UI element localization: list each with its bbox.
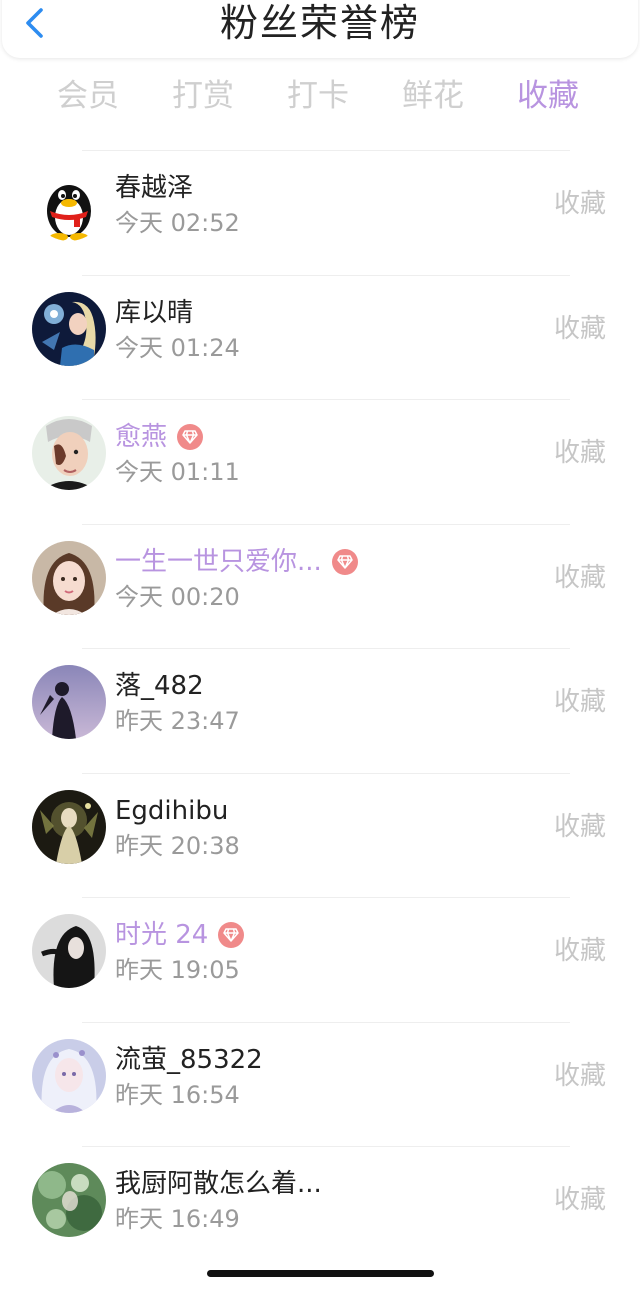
fan-row[interactable]: 库以晴 今天 01:24 收藏 — [0, 274, 640, 400]
tab-bar: 会员 打赏 打卡 鲜花 收藏 — [0, 74, 640, 120]
fan-row[interactable]: Egdihibu 昨天 20:38 收藏 — [0, 772, 640, 898]
fan-name[interactable]: 愈燕 — [115, 419, 167, 455]
avatar[interactable] — [32, 1163, 106, 1237]
fan-row[interactable]: 我厨阿散怎么着... 昨天 16:49 收藏 — [0, 1146, 640, 1271]
action-label: 收藏 — [553, 1060, 606, 1091]
vip-badge — [218, 922, 245, 948]
tab-flowers[interactable]: 鲜花 — [383, 74, 483, 118]
fan-time: 今天 00:20 — [115, 582, 240, 611]
avatar[interactable] — [32, 167, 106, 241]
action-label: 收藏 — [553, 936, 606, 966]
fan-name[interactable]: 库以晴 — [115, 295, 193, 331]
name-line: 流萤_85322 — [115, 1040, 263, 1080]
silhouette-avatar — [32, 665, 106, 739]
fan-name[interactable]: 我厨阿散怎么着... — [115, 1166, 322, 1202]
fan-time: 今天 01:11 — [115, 458, 240, 486]
diamond-icon — [337, 554, 353, 569]
fan-name[interactable]: 流萤_85322 — [115, 1042, 263, 1078]
action-label: 收藏 — [553, 313, 606, 344]
diamond-icon — [182, 430, 198, 444]
fan-time: 昨天 16:49 — [115, 1205, 240, 1233]
name-line: 库以晴 — [115, 293, 193, 333]
tab-favorites[interactable]: 收藏 — [498, 74, 598, 118]
anime-girl-avatar — [32, 1038, 106, 1113]
fan-name[interactable]: Egdihibu — [115, 793, 228, 829]
tab-checkin[interactable]: 打卡 — [268, 74, 368, 118]
woman-portrait-avatar — [32, 540, 106, 615]
fan-row[interactable]: 流萤_85322 昨天 16:54 收藏 — [0, 1021, 640, 1147]
action-label: 收藏 — [553, 811, 606, 842]
fan-time: 昨天 23:47 — [115, 707, 240, 735]
fan-time: 今天 02:52 — [115, 209, 240, 237]
fan-name[interactable]: 落_482 — [115, 668, 204, 704]
hooded-figure-avatar — [32, 914, 106, 988]
fan-time: 昨天 16:54 — [115, 1080, 240, 1109]
action-label: 收藏 — [553, 1185, 606, 1215]
avatar[interactable] — [32, 291, 106, 366]
fan-row[interactable]: 一生一世只爱你... 今天 00:20 收藏 — [0, 523, 640, 649]
name-line: 落_482 — [115, 666, 204, 706]
fan-row[interactable]: 春越泽 今天 02:52 收藏 — [0, 150, 640, 275]
action-label: 收藏 — [553, 562, 606, 593]
fantasy-art-avatar — [32, 789, 106, 864]
avatar[interactable] — [32, 1038, 106, 1113]
fan-row[interactable]: 愈燕 今天 01:11 收藏 — [0, 399, 640, 524]
name-line: 春越泽 — [115, 168, 193, 208]
fan-time: 昨天 20:38 — [115, 831, 240, 860]
fan-row[interactable]: 时光 24 昨天 19:05 收藏 — [0, 897, 640, 1022]
avatar[interactable] — [32, 914, 106, 988]
action-label: 收藏 — [553, 438, 606, 468]
green-art-avatar — [32, 1163, 106, 1237]
fan-time: 昨天 19:05 — [115, 956, 240, 984]
avatar[interactable] — [32, 416, 106, 490]
fan-time: 今天 01:24 — [115, 333, 240, 362]
avatar[interactable] — [32, 540, 106, 615]
fan-name[interactable]: 春越泽 — [115, 170, 193, 206]
vip-badge — [177, 424, 204, 450]
action-label: 收藏 — [553, 687, 606, 717]
avatar[interactable] — [32, 665, 106, 739]
fan-name[interactable]: 一生一世只爱你... — [115, 544, 322, 580]
diamond-icon — [223, 928, 240, 942]
man-portrait-avatar — [32, 416, 106, 490]
fan-row[interactable]: 落_482 昨天 23:47 收藏 — [0, 648, 640, 773]
name-line: 时光 24 — [115, 915, 245, 955]
name-line: 一生一世只爱你... — [115, 542, 358, 582]
avatar[interactable] — [32, 789, 106, 864]
fan-honor-page: 粉丝荣誉榜 会员 打赏 打卡 鲜花 收藏 春越泽 今天 02:52 收藏 库以晴… — [0, 0, 640, 1291]
home-indicator[interactable] — [207, 1270, 434, 1277]
name-line: 愈燕 — [115, 417, 204, 457]
tab-tip[interactable]: 打赏 — [153, 74, 253, 118]
name-line: 我厨阿散怎么着... — [115, 1164, 322, 1204]
qq-penguin-avatar — [32, 167, 106, 241]
fan-name[interactable]: 时光 24 — [115, 917, 208, 953]
vip-badge — [331, 548, 358, 575]
name-line: Egdihibu — [115, 791, 228, 831]
game-character-avatar — [32, 291, 106, 366]
tab-member[interactable]: 会员 — [38, 74, 138, 118]
fan-list: 春越泽 今天 02:52 收藏 库以晴 今天 01:24 收藏 愈燕 今天 01… — [0, 150, 640, 1271]
action-label: 收藏 — [553, 189, 606, 219]
page-title: 粉丝荣誉榜 — [219, 1, 420, 45]
